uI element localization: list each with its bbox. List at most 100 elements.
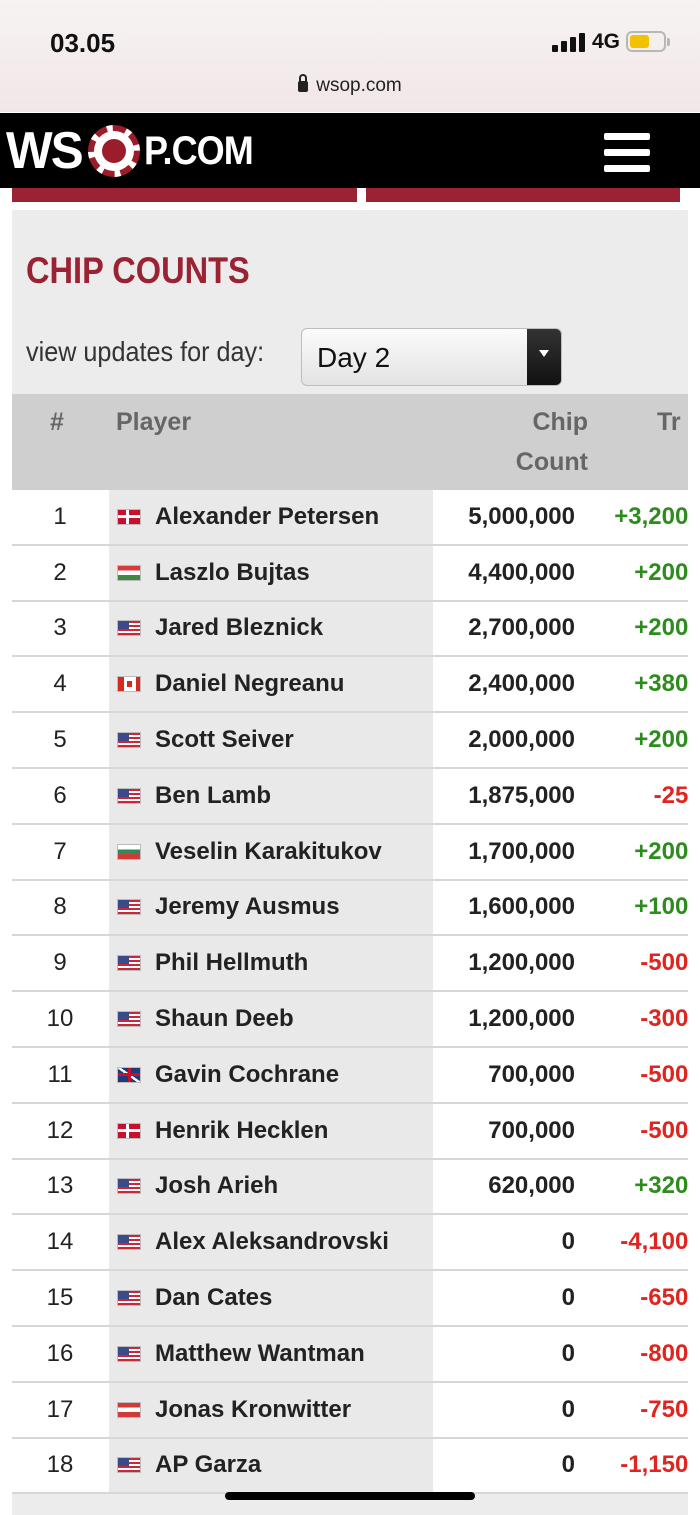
row-chip-count: 0 [561, 1284, 575, 1312]
row-rank: 18 [46, 1451, 74, 1479]
row-player[interactable]: Dan Cates [109, 1271, 433, 1325]
status-bar: 03.05 4G wsop.com [0, 0, 700, 112]
row-trend: -800, [640, 1339, 688, 1367]
table-row: 6 Ben Lamb 1,875,000 -25, [12, 768, 688, 825]
row-trend: -4,100, [620, 1228, 688, 1256]
row-rank: 8 [53, 893, 67, 921]
row-chip-count: 0 [561, 1228, 575, 1256]
row-player[interactable]: Phil Hellmuth [109, 936, 433, 991]
row-player[interactable]: Alexander Petersen [109, 490, 433, 544]
player-name[interactable]: Daniel Negreanu [155, 670, 344, 698]
row-chip-count: 1,600,000 [468, 893, 575, 921]
flag-at-icon [117, 1401, 141, 1418]
header-chip-line2: Count [515, 448, 588, 476]
wsop-logo[interactable]: WS P.COM [6, 119, 265, 183]
row-player[interactable]: Alex Aleksandrovski [109, 1215, 433, 1270]
player-name[interactable]: Gavin Cochrane [155, 1061, 339, 1089]
row-player[interactable]: Jeremy Ausmus [109, 880, 433, 935]
table-row: 9 Phil Hellmuth 1,200,000 -500, [12, 936, 688, 993]
nav-tabs [12, 188, 680, 202]
player-name[interactable]: Jared Bleznick [155, 614, 323, 642]
player-name[interactable]: Laszlo Bujtas [155, 559, 310, 587]
player-name[interactable]: Dan Cates [155, 1284, 272, 1312]
hamburger-menu-icon[interactable] [604, 133, 650, 173]
flag-us-icon [117, 1234, 141, 1251]
row-player[interactable]: Matthew Wantman [109, 1326, 433, 1381]
row-chip-count: 4,400,000 [468, 558, 575, 586]
row-trend: -1,150, [620, 1451, 688, 1479]
status-time: 03.05 [50, 28, 116, 58]
flag-us-icon [117, 1178, 141, 1195]
table-row: 11 Gavin Cochrane 700,000 -500, [12, 1047, 688, 1104]
row-player[interactable]: Henrik Hecklen [109, 1103, 433, 1158]
poker-chip-icon [87, 125, 140, 177]
row-rank: 6 [53, 781, 67, 809]
player-name[interactable]: Alexander Petersen [155, 503, 379, 531]
row-player[interactable]: AP Garza [109, 1438, 433, 1493]
player-name[interactable]: Veselin Karakitukov [155, 838, 382, 866]
player-name[interactable]: Jeremy Ausmus [155, 893, 340, 921]
player-name[interactable]: Jonas Kronwitter [155, 1396, 351, 1424]
chevron-down-icon [527, 329, 561, 385]
row-player[interactable]: Shaun Deeb [109, 992, 433, 1046]
row-rank: 11 [47, 1060, 73, 1088]
url-text: wsop.com [316, 75, 402, 96]
player-name[interactable]: Phil Hellmuth [155, 949, 308, 977]
header-chip-count[interactable]: Chip Count [516, 402, 588, 482]
table-row: 10 Shaun Deeb 1,200,000 -300, [12, 992, 688, 1048]
flag-us-icon [117, 1011, 141, 1028]
table-row: 17 Jonas Kronwitter 0 -750, [12, 1382, 688, 1439]
row-player[interactable]: Ben Lamb [109, 768, 433, 823]
battery-icon [626, 31, 666, 52]
player-name[interactable]: Henrik Hecklen [155, 1117, 328, 1145]
player-name[interactable]: Ben Lamb [155, 782, 271, 810]
row-trend: +200, [634, 726, 688, 754]
player-name[interactable]: Scott Seiver [155, 726, 294, 754]
flag-us-icon [117, 620, 141, 637]
nav-tab-right[interactable] [366, 188, 680, 202]
row-player[interactable]: Daniel Negreanu [109, 657, 433, 712]
row-trend: +3,200, [614, 502, 688, 530]
row-player[interactable]: Gavin Cochrane [109, 1047, 433, 1102]
table-body: 1 Alexander Petersen 5,000,000 +3,200, 2 Lasz… [12, 490, 688, 1495]
logo-text-right: P.COM [143, 128, 254, 173]
flag-ca-icon [117, 676, 141, 693]
row-rank: 14 [46, 1228, 74, 1256]
row-trend: +200, [634, 558, 688, 586]
flag-hu-icon [117, 564, 141, 581]
row-chip-count: 0 [561, 1339, 575, 1367]
header-rank[interactable]: # [50, 402, 64, 442]
player-name[interactable]: Shaun Deeb [155, 1005, 294, 1033]
row-player[interactable]: Scott Seiver [109, 713, 433, 767]
row-trend: +320, [634, 1172, 688, 1200]
row-player[interactable]: Jared Bleznick [109, 601, 433, 656]
player-name[interactable]: Matthew Wantman [155, 1340, 365, 1368]
table-row: 16 Matthew Wantman 0 -800, [12, 1326, 688, 1383]
header-player[interactable]: Player [116, 402, 191, 442]
row-trend: +200, [634, 837, 688, 865]
row-trend: -500, [640, 949, 688, 977]
row-player[interactable]: Jonas Kronwitter [109, 1382, 433, 1437]
row-player[interactable]: Josh Arieh [109, 1159, 433, 1214]
flag-us-icon [117, 732, 141, 749]
row-trend: -500, [640, 1116, 688, 1144]
row-player[interactable]: Veselin Karakitukov [109, 824, 433, 879]
row-player[interactable]: Laszlo Bujtas [109, 545, 433, 600]
nav-tab-left[interactable] [12, 188, 357, 202]
lock-icon [298, 74, 309, 92]
row-chip-count: 1,200,000 [468, 949, 575, 977]
table-row: 8 Jeremy Ausmus 1,600,000 +100, [12, 880, 688, 937]
site-header: WS P.COM [0, 113, 700, 188]
row-chip-count: 1,200,000 [468, 1005, 575, 1033]
flag-dk-icon [117, 1122, 141, 1139]
player-name[interactable]: Alex Aleksandrovski [155, 1228, 389, 1256]
day-select[interactable]: Day 2 [301, 328, 562, 386]
row-rank: 16 [46, 1339, 74, 1367]
network-label: 4G [592, 30, 621, 53]
url-bar[interactable]: wsop.com [0, 74, 700, 97]
header-trend[interactable]: Tr [657, 402, 681, 442]
table-row: 18 AP Garza 0 -1,150, [12, 1438, 688, 1495]
row-chip-count: 0 [561, 1451, 575, 1479]
player-name[interactable]: AP Garza [155, 1451, 261, 1479]
player-name[interactable]: Josh Arieh [155, 1172, 278, 1200]
